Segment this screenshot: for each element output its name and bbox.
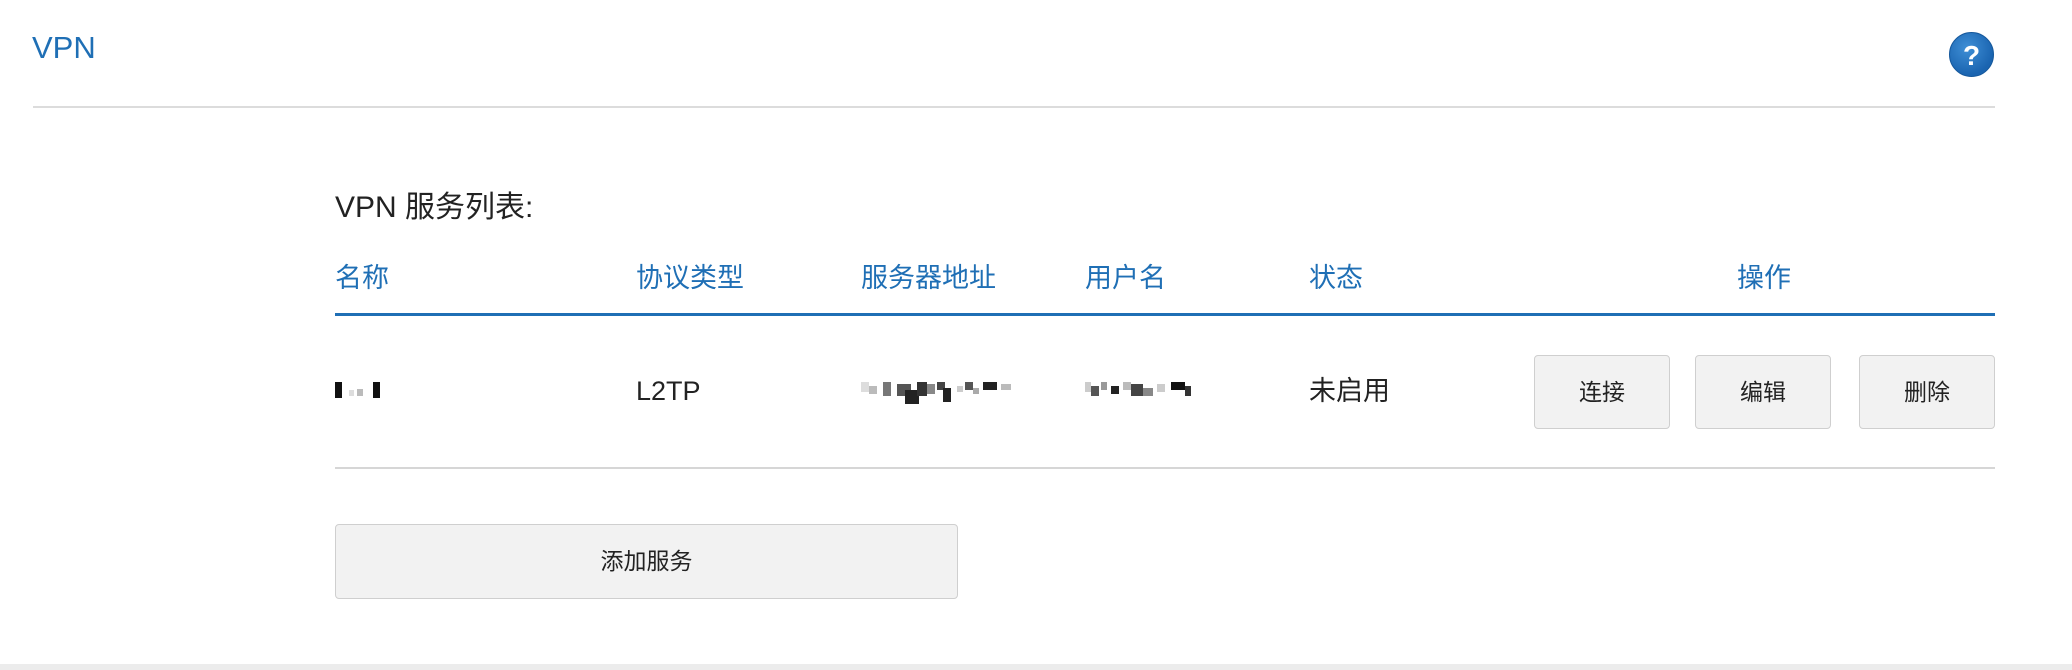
help-icon[interactable]: ? [1949,32,1994,77]
vpn-settings-page: VPN ? VPN 服务列表: 名称 协议类型 服务器地址 用户名 状态 操作 … [0,0,2072,670]
redacted-name [335,380,385,402]
page-title: VPN [32,30,96,65]
add-service-button[interactable]: 添加服务 [335,524,958,599]
column-header-username: 用户名 [1085,263,1166,293]
column-header-status: 状态 [1309,263,1363,293]
edit-button[interactable]: 编辑 [1695,355,1831,429]
column-header-name: 名称 [335,263,389,293]
row-divider [335,467,1995,469]
cell-protocol: L2TP [636,376,701,406]
column-header-server: 服务器地址 [861,263,996,293]
delete-button[interactable]: 删除 [1859,355,1995,429]
cell-status: 未启用 [1309,376,1390,406]
connect-button[interactable]: 连接 [1534,355,1670,429]
column-header-protocol: 协议类型 [636,263,744,293]
redacted-server-address [861,380,1041,404]
vpn-list-label: VPN 服务列表: [335,191,534,224]
table-header-rule [335,313,1995,316]
title-divider [33,106,1995,108]
bottom-edge [0,664,2072,670]
redacted-username [1085,380,1215,402]
column-header-actions: 操作 [1737,263,1791,293]
